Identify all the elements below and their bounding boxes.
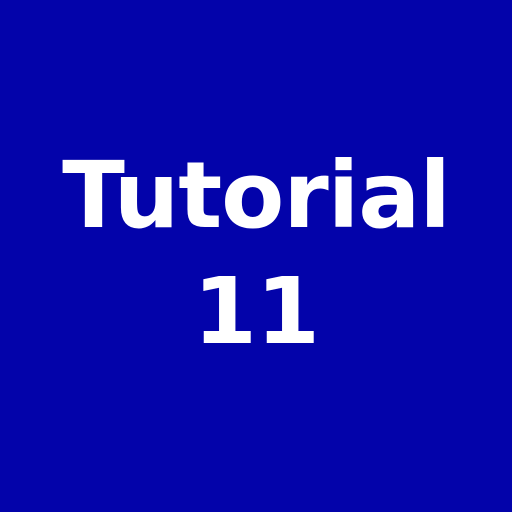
title-line-1: Tutorial (62, 142, 451, 249)
title-slide: Tutorial 11 (0, 0, 512, 512)
slide-title: Tutorial 11 (0, 138, 512, 370)
title-line-2: 11 (192, 258, 320, 365)
